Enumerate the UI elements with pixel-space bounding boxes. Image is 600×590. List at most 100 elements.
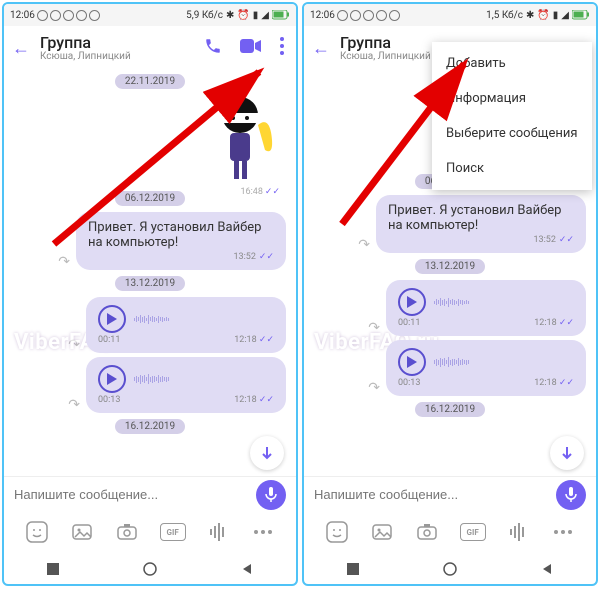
message-bubble[interactable]: Привет. Я установил Вайбер на компьютер!… — [76, 212, 286, 270]
status-bar: 12:06 1,5 Кб/с ✱ ⏰ ▮ ◢ — [304, 4, 596, 26]
message-text: Привет. Я установил Вайбер на компьютер! — [88, 220, 274, 250]
sticker-icon[interactable] — [24, 519, 50, 545]
attach-bar: GIF — [304, 512, 596, 552]
status-time: 12:06 — [310, 10, 335, 21]
menu-select[interactable]: Выберите сообщения — [432, 116, 592, 151]
call-button[interactable] — [200, 33, 226, 63]
sticker-icon[interactable] — [324, 519, 350, 545]
play-button[interactable] — [398, 288, 426, 316]
input-bar — [4, 476, 296, 512]
mic-button[interactable] — [556, 480, 586, 510]
nav-home[interactable] — [443, 561, 457, 575]
battery-icon — [572, 10, 590, 20]
forward-button[interactable]: ↷ — [368, 320, 380, 336]
sticker-message[interactable]: 16:48✓✓ — [200, 95, 280, 185]
nav-recent[interactable] — [46, 561, 60, 575]
more-button[interactable] — [276, 33, 288, 63]
waveform — [134, 371, 274, 387]
voice-message[interactable]: 00:1312:18 ✓✓ — [86, 357, 286, 413]
voice-message[interactable]: 00:1112:18 ✓✓ — [386, 280, 586, 336]
message-bubble[interactable]: Привет. Я установил Вайбер на компьютер!… — [376, 195, 586, 253]
video-call-button[interactable] — [236, 34, 266, 62]
nav-bar — [304, 552, 596, 584]
menu-add[interactable]: Добавить — [432, 46, 592, 81]
camera-icon[interactable] — [114, 519, 140, 545]
back-button[interactable]: ← — [12, 38, 30, 59]
attach-bar: GIF — [4, 512, 296, 552]
more-icon[interactable] — [250, 519, 276, 545]
nav-back[interactable] — [540, 561, 554, 575]
date-chip: 13.12.2019 — [304, 259, 596, 274]
menu-search[interactable]: Поиск — [432, 151, 592, 186]
status-icon — [89, 10, 100, 21]
status-icon — [389, 10, 400, 21]
phone-right: 12:06 1,5 Кб/с ✱ ⏰ ▮ ◢ ← Группа Ксюша, Л… — [302, 2, 598, 586]
message-row: ↷ Привет. Я установил Вайбер на компьюте… — [304, 193, 596, 255]
phone-left: 12:06 5,9 Кб/с ✱ ⏰ ▮ ◢ ← Группа Ксюша, Л… — [2, 2, 298, 586]
message-row: ↷ 00:1312:18 ✓✓ — [4, 355, 296, 415]
waveform — [434, 354, 574, 370]
signal-icon: ▮ — [253, 10, 259, 21]
message-input[interactable] — [314, 487, 556, 502]
message-input[interactable] — [14, 487, 256, 502]
menu-info[interactable]: Информация — [432, 81, 592, 116]
input-bar — [304, 476, 596, 512]
nav-bar — [4, 552, 296, 584]
bluetooth-icon: ✱ — [526, 10, 534, 21]
status-icon — [350, 10, 361, 21]
battery-icon — [272, 10, 290, 20]
status-icon — [376, 10, 387, 21]
nav-recent[interactable] — [346, 561, 360, 575]
gif-icon[interactable]: GIF — [160, 523, 186, 541]
date-chip: 16.12.2019 — [4, 419, 296, 434]
nav-home[interactable] — [143, 561, 157, 575]
status-icon — [76, 10, 87, 21]
forward-button[interactable]: ↷ — [58, 254, 70, 270]
play-button[interactable] — [98, 305, 126, 333]
message-row: ↷ 00:1312:18 ✓✓ — [304, 338, 596, 398]
play-button[interactable] — [98, 365, 126, 393]
voice-message[interactable]: 00:1312:18 ✓✓ — [386, 340, 586, 396]
camera-icon[interactable] — [414, 519, 440, 545]
signal-icon: ▮ — [553, 10, 559, 21]
chat-subtitle: Ксюша, Липницкий — [40, 51, 190, 62]
more-icon[interactable] — [550, 519, 576, 545]
message-row: ↷ 00:1112:18 ✓✓ — [304, 278, 596, 338]
chat-title[interactable]: Группа — [40, 34, 190, 52]
gif-icon[interactable]: GIF — [460, 523, 486, 541]
wifi-icon: ◢ — [261, 10, 269, 21]
chat-area[interactable]: 22.11.2019 16:48✓✓ 06.12.2019 ↷ Привет. … — [4, 70, 296, 476]
message-row: ↷ Привет. Я установил Вайбер на компьюте… — [4, 210, 296, 272]
forward-button[interactable]: ↷ — [68, 397, 80, 413]
date-chip: 16.12.2019 — [304, 402, 596, 417]
wifi-icon: ◢ — [561, 10, 569, 21]
forward-button[interactable]: ↷ — [358, 237, 370, 253]
status-icon — [50, 10, 61, 21]
overflow-menu: Добавить Информация Выберите сообщения П… — [432, 42, 592, 190]
alarm-icon: ⏰ — [237, 10, 249, 21]
mic-button[interactable] — [256, 480, 286, 510]
nav-back[interactable] — [240, 561, 254, 575]
audio-icon[interactable] — [505, 519, 531, 545]
voice-message[interactable]: 00:1112:18 ✓✓ — [86, 297, 286, 353]
play-button[interactable] — [398, 348, 426, 376]
status-net: 1,5 Кб/с — [486, 10, 523, 21]
back-button[interactable]: ← — [312, 38, 330, 59]
date-chip: 22.11.2019 — [4, 74, 296, 89]
gallery-icon[interactable] — [369, 519, 395, 545]
alarm-icon: ⏰ — [537, 10, 549, 21]
status-icon — [337, 10, 348, 21]
scroll-down-button[interactable] — [250, 436, 284, 470]
forward-button[interactable]: ↷ — [368, 380, 380, 396]
scroll-down-button[interactable] — [550, 436, 584, 470]
status-icon — [363, 10, 374, 21]
waveform — [434, 294, 574, 310]
status-time: 12:06 — [10, 10, 35, 21]
status-net: 5,9 Кб/с — [186, 10, 223, 21]
audio-icon[interactable] — [205, 519, 231, 545]
forward-button[interactable]: ↷ — [68, 337, 80, 353]
status-bar: 12:06 5,9 Кб/с ✱ ⏰ ▮ ◢ — [4, 4, 296, 26]
gallery-icon[interactable] — [69, 519, 95, 545]
message-row: ↷ 00:1112:18 ✓✓ — [4, 295, 296, 355]
status-icon — [37, 10, 48, 21]
